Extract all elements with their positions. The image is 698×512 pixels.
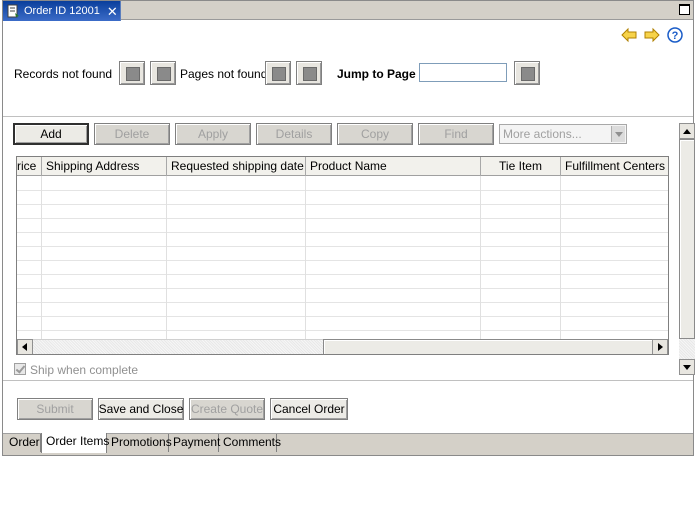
more-actions-select[interactable]: More actions... [499, 124, 627, 144]
cancel-order-button[interactable]: Cancel Order [270, 398, 348, 420]
scroll-left-button[interactable] [17, 339, 33, 354]
column-header-requested-shipping-date[interactable]: Requested shipping date [167, 157, 306, 176]
table-horizontal-scrollbar[interactable] [17, 339, 668, 354]
pages-status-label: Pages not found [180, 67, 268, 81]
more-actions-value: More actions... [503, 127, 582, 141]
next-page-button[interactable] [296, 61, 322, 85]
first-record-button[interactable] [119, 61, 145, 85]
table-row[interactable] [17, 218, 668, 219]
ship-when-complete-checkbox[interactable] [14, 363, 26, 375]
column-header-price[interactable]: rice [17, 157, 42, 176]
previous-page-button[interactable] [265, 61, 291, 85]
delete-button[interactable]: Delete [94, 123, 170, 145]
records-status-label: Records not found [14, 67, 113, 81]
table-row[interactable] [17, 190, 668, 191]
column-divider [41, 176, 42, 339]
find-button[interactable]: Find [418, 123, 494, 145]
column-divider [166, 176, 167, 339]
jump-to-page-label: Jump to Page [337, 67, 416, 81]
ship-when-complete-label: Ship when complete [30, 363, 139, 377]
copy-button[interactable]: Copy [337, 123, 413, 145]
column-header-fulfillment-centers[interactable]: Fulfillment Centers [561, 157, 668, 176]
tab-order[interactable]: Order [5, 434, 41, 452]
tab-order-items[interactable]: Order Items [41, 433, 109, 453]
details-button[interactable]: Details [256, 123, 332, 145]
document-icon [7, 4, 20, 18]
column-header-shipping-address[interactable]: Shipping Address [42, 157, 167, 176]
order-items-table: rice Shipping Address Requested shipping… [16, 156, 669, 355]
table-row[interactable] [17, 274, 668, 275]
create-quote-button[interactable]: Create Quote [189, 398, 265, 420]
editor-tab[interactable]: Order ID 12001 ✕ [3, 1, 121, 21]
go-to-page-button[interactable] [514, 61, 540, 85]
tab-payment[interactable]: Payment [169, 434, 220, 452]
previous-record-button[interactable] [150, 61, 176, 85]
scroll-down-button[interactable] [679, 359, 695, 375]
add-button[interactable]: Add [13, 123, 89, 145]
column-header-tie-item[interactable]: Tie Item [481, 157, 561, 176]
column-divider [560, 176, 561, 339]
save-and-close-button[interactable]: Save and Close [98, 398, 184, 420]
scroll-up-button[interactable] [679, 123, 695, 139]
chevron-down-icon[interactable] [611, 126, 625, 142]
scroll-right-button[interactable] [652, 339, 668, 354]
table-row[interactable] [17, 288, 668, 289]
tab-comments[interactable]: Comments [219, 434, 281, 452]
table-row[interactable] [17, 260, 668, 261]
submit-button[interactable]: Submit [17, 398, 93, 420]
horizontal-scroll-thumb[interactable] [323, 339, 653, 354]
tab-promotions[interactable]: Promotions [107, 434, 172, 452]
editor-tab-title: Order ID 12001 [24, 5, 100, 17]
svg-text:?: ? [672, 30, 679, 42]
back-arrow-icon[interactable] [621, 27, 637, 43]
apply-button[interactable]: Apply [175, 123, 251, 145]
table-row[interactable] [17, 316, 668, 317]
table-row[interactable] [17, 232, 668, 233]
maximize-icon[interactable] [679, 4, 690, 15]
column-divider [305, 176, 306, 339]
editor-window: Order ID 12001 ✕ ? Records not found Pag… [2, 0, 695, 456]
editor-page-tabs: Order Order Items Promotions Payment Com… [3, 433, 693, 455]
title-bar: Order ID 12001 ✕ [3, 1, 693, 21]
close-icon[interactable]: ✕ [107, 5, 118, 18]
help-icon[interactable]: ? [667, 27, 683, 43]
jump-to-page-input[interactable] [419, 63, 507, 82]
column-header-product-name[interactable]: Product Name [306, 157, 481, 176]
table-header: rice Shipping Address Requested shipping… [17, 157, 668, 176]
table-row[interactable] [17, 246, 668, 247]
table-row[interactable] [17, 330, 668, 331]
editor-vertical-scrollbar[interactable] [679, 123, 695, 375]
separator [3, 116, 693, 117]
column-divider [480, 176, 481, 339]
separator [3, 380, 693, 381]
table-row[interactable] [17, 302, 668, 303]
forward-arrow-icon[interactable] [644, 27, 660, 43]
table-row[interactable] [17, 204, 668, 205]
vertical-scroll-thumb[interactable] [679, 139, 695, 339]
